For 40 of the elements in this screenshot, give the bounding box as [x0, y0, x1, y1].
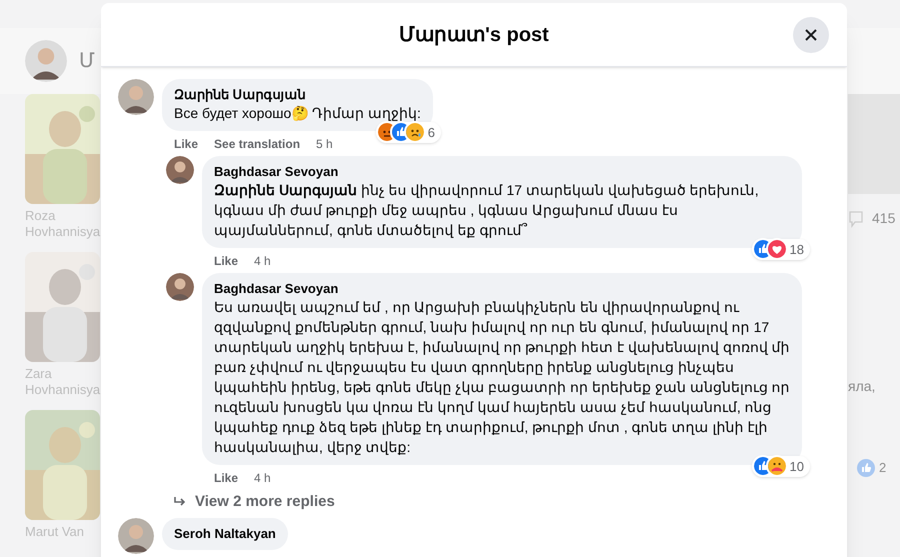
comment-text: Զարինե Սարգսյան ինչ ես վիրավորում 17 տարեկան վախեցած երեխուն, կգնաս մի ժամ թուրքի մեջ ապրես , կգնաս Արցախում մնաս էս պայմաններում, գոնե մտածելով եք գրում՞	[214, 181, 760, 240]
reply-arrow-icon	[173, 496, 187, 508]
comment-action-link[interactable]: Like	[174, 135, 198, 153]
angry-face-icon	[378, 123, 396, 142]
reaction-summary[interactable]: 18	[752, 238, 810, 260]
author-name[interactable]: Seroh Naltakyan	[174, 526, 276, 542]
reaction-summary[interactable]: 10	[752, 456, 810, 477]
hugging-face-icon	[768, 457, 786, 476]
sad-face-icon	[406, 123, 424, 142]
comment-action-link[interactable]: Like	[214, 252, 238, 270]
author-name[interactable]: Baghdasar Sevoyan	[214, 281, 790, 297]
reaction-summary[interactable]: 6	[376, 122, 441, 143]
author-name[interactable]: Baghdasar Sevoyan	[214, 164, 790, 180]
comment-time: 4 h	[254, 253, 271, 270]
avatar[interactable]	[25, 40, 67, 82]
comment-text: яла,	[848, 377, 876, 396]
comment-time: 5 h	[316, 136, 333, 153]
thumbs-up-icon	[857, 458, 875, 477]
reaction-count: 10	[790, 458, 805, 476]
comment-action-link[interactable]: See translation	[214, 135, 300, 153]
reaction-count: 6	[428, 124, 436, 142]
comment-action-link[interactable]: Like	[214, 469, 238, 487]
comment-time: 4 h	[254, 470, 271, 487]
heart-icon	[768, 240, 786, 258]
comment-text: Ես առավել ապշում եմ , որ Արցախի բնակիչներն են վիրավորանքով ու զզվանքով քոմենթներ գրում, նախ իմալով որ ուր են գնում, իմանալով որ 17 տարեկան աղջիկ երեխա է, իմանալով որ թուրքի հետ է վախենալով զոռով մի բառ չփվում ու վերջապես էս վատ գրողները իրենք անցնելուց ինչպես կպահեին իրենց, եթե գոնե մեկը չկա բացատրի որ երեխեք ջան անցնելուց որ ուզենան խոսցեն կա վոռա էն կողմ կամ հայերեն ասա չեմ հասկանում, ոնց կպահեք դուք ձեզ եթե լինեք էդ տարիքում, թուրքի մոտ , գոնե տղա լինի էլի հասկանալիա, վերջ տվեք:	[214, 298, 790, 457]
avatar[interactable]	[166, 273, 194, 301]
comment-icon	[848, 210, 864, 228]
author-name[interactable]: Զարինե Սարգսյան	[174, 87, 421, 103]
close-icon	[804, 28, 818, 42]
comment-text: Все будет хорошо🤔 Դիմար աղջիկ:	[174, 104, 421, 123]
reaction-count: 18	[790, 240, 805, 258]
like-count: 2	[879, 459, 886, 477]
header-name: Մ	[79, 49, 95, 74]
avatar[interactable]	[166, 156, 194, 184]
close-button[interactable]	[793, 17, 829, 53]
comment-count: 415	[872, 209, 896, 228]
avatar[interactable]	[118, 79, 154, 115]
avatar[interactable]	[118, 518, 154, 554]
dialog-title: Մարատ's post	[399, 22, 549, 48]
view-more-replies-link[interactable]: View 2 more replies	[101, 487, 335, 514]
